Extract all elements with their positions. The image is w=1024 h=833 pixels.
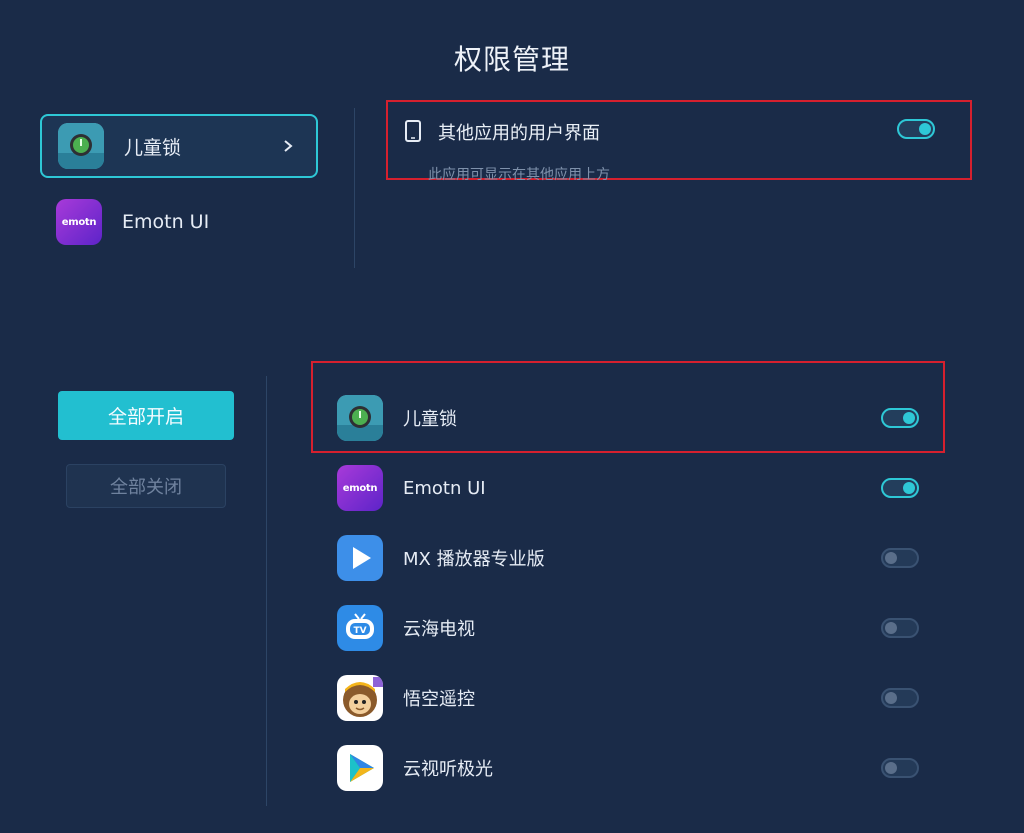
wukong-remote-toggle[interactable] — [881, 688, 919, 708]
app-item-child-lock[interactable]: 儿童锁 — [40, 114, 318, 178]
permission-toggle[interactable] — [897, 119, 935, 139]
close-all-button[interactable]: 全部关闭 — [66, 464, 226, 508]
list-item-wukong-remote[interactable]: 悟空遥控 — [337, 673, 927, 723]
child-lock-icon — [337, 395, 383, 441]
permission-description: 此应用可显示在其他应用上方 — [428, 167, 610, 183]
permission-row[interactable]: 其他应用的用户界面 — [404, 114, 944, 150]
wukong-remote-icon — [337, 675, 383, 721]
svg-text:TV: TV — [353, 626, 366, 636]
list-item-emotn[interactable]: emotn Emotn UI — [337, 463, 927, 513]
list-item-yunshiting[interactable]: 云视听极光 — [337, 743, 927, 793]
emotn-icon: emotn — [337, 465, 383, 511]
yunhai-tv-toggle[interactable] — [881, 618, 919, 638]
yunshiting-icon — [337, 745, 383, 791]
child-lock-toggle[interactable] — [881, 408, 919, 428]
app-item-label: Emotn UI — [122, 211, 210, 233]
list-item-mx-player[interactable]: MX 播放器专业版 — [337, 533, 927, 583]
list-item-child-lock[interactable]: 儿童锁 — [337, 393, 927, 443]
yunshiting-toggle[interactable] — [881, 758, 919, 778]
divider — [354, 108, 355, 268]
app-item-emotn[interactable]: emotn Emotn UI — [40, 190, 318, 254]
tablet-icon — [405, 120, 421, 142]
page-title: 权限管理 — [453, 43, 570, 76]
app-item-label: 儿童锁 — [124, 136, 182, 159]
mx-player-toggle[interactable] — [881, 548, 919, 568]
list-item-label: 云视听极光 — [403, 759, 493, 780]
yunhai-tv-icon: TV — [337, 605, 383, 651]
chevron-right-icon — [284, 140, 293, 152]
list-item-label: 云海电视 — [403, 619, 475, 640]
emotn-icon: emotn — [56, 199, 102, 245]
open-all-button[interactable]: 全部开启 — [58, 391, 234, 440]
list-item-label: Emotn UI — [403, 477, 486, 499]
divider — [266, 376, 267, 806]
list-item-label: 儿童锁 — [403, 409, 457, 430]
mx-player-icon — [337, 535, 383, 581]
list-item-yunhai-tv[interactable]: TV 云海电视 — [337, 603, 927, 653]
child-lock-icon — [58, 123, 104, 169]
list-item-label: MX 播放器专业版 — [403, 549, 545, 570]
emotn-toggle[interactable] — [881, 478, 919, 498]
list-item-label: 悟空遥控 — [403, 689, 475, 710]
permission-label: 其他应用的用户界面 — [438, 123, 600, 144]
